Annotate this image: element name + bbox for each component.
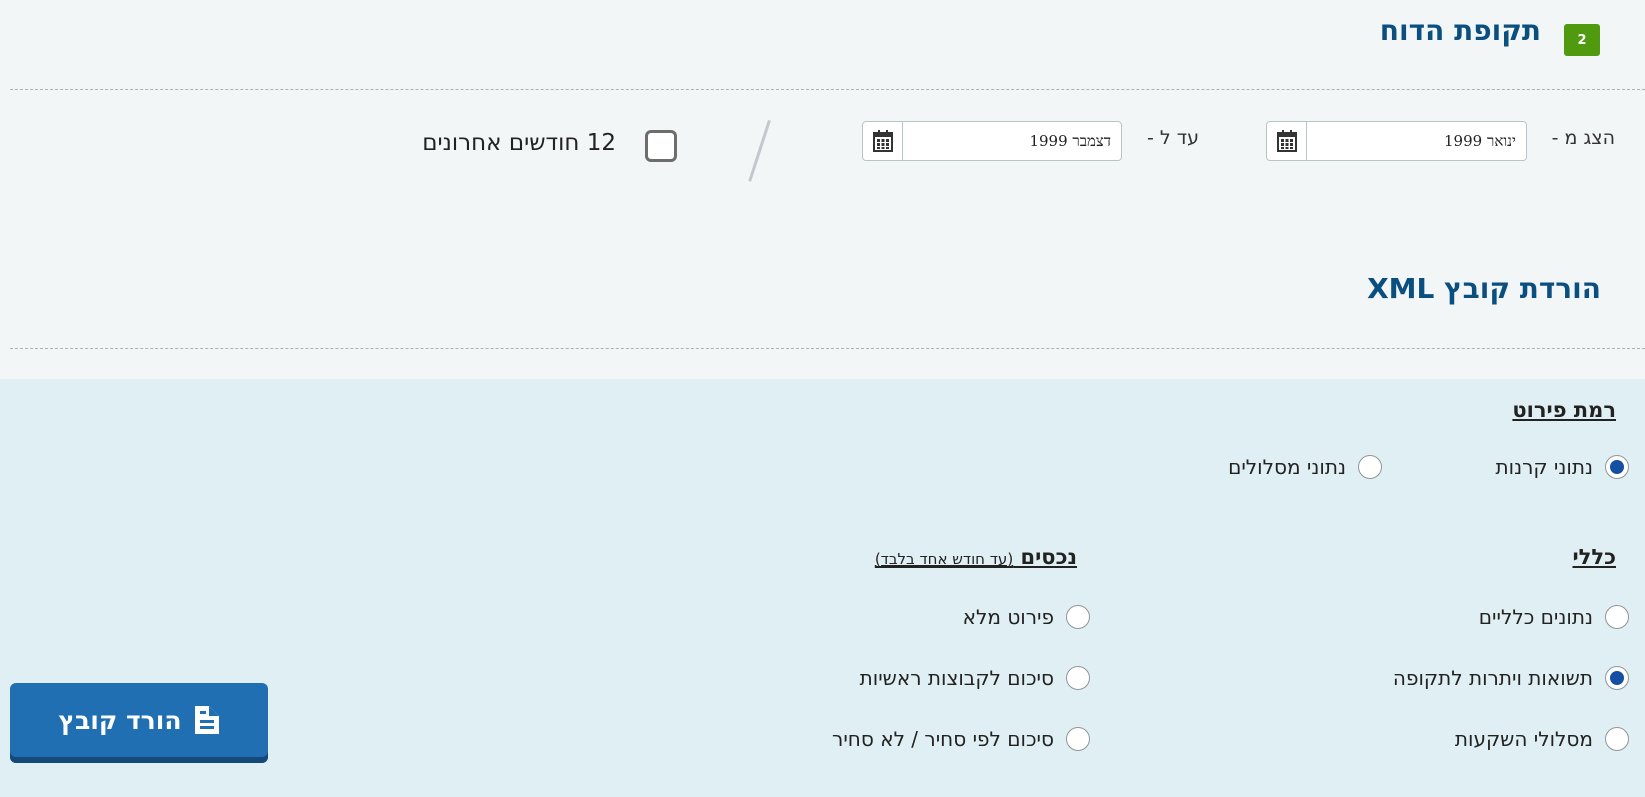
radio-returns-balances[interactable]: תשואות ויתרות לתקופה xyxy=(1393,666,1629,690)
calendar-icon[interactable] xyxy=(1267,122,1307,160)
radio-label: נתונים כלליים xyxy=(1478,605,1593,629)
file-download-icon xyxy=(194,705,220,735)
radio-button[interactable] xyxy=(1066,605,1090,629)
radio-label: נתוני מסלולים xyxy=(1228,455,1346,479)
download-button-label: הורד קובץ xyxy=(58,705,182,735)
radio-label: תשואות ויתרות לתקופה xyxy=(1392,666,1593,690)
radio-label: מסלולי השקעות xyxy=(1454,727,1593,751)
step-badge: 2 xyxy=(1564,24,1600,56)
assets-title: נכסים (עד חודש אחד בלבד) xyxy=(875,545,1077,569)
divider xyxy=(10,348,1645,349)
radio-button[interactable] xyxy=(1066,727,1090,751)
radio-button[interactable] xyxy=(1605,605,1629,629)
xml-download-title: הורדת קובץ XML xyxy=(1367,272,1601,305)
from-label: הצג מ - xyxy=(1551,127,1615,149)
last-12-months-label[interactable]: 12 חודשים אחרונים xyxy=(422,130,616,156)
assets-title-text: נכסים xyxy=(1020,545,1078,569)
radio-button[interactable] xyxy=(1358,455,1382,479)
last-12-months-checkbox[interactable] xyxy=(645,130,677,162)
calendar-icon[interactable] xyxy=(863,122,903,160)
separator xyxy=(748,120,771,182)
radio-general-data[interactable]: נתונים כלליים xyxy=(1479,605,1629,629)
radio-investment-tracks[interactable]: מסלולי השקעות xyxy=(1455,727,1629,751)
radio-full-detail[interactable]: פירוט מלא xyxy=(963,605,1090,629)
radio-label: סיכום לקבוצות ראשיות xyxy=(859,666,1054,690)
radio-label: סיכום לפי סחיר / לא סחיר xyxy=(832,727,1054,751)
radio-label: פירוט מלא xyxy=(962,605,1054,629)
from-date-picker[interactable]: ינואר 1999 xyxy=(1266,121,1527,161)
radio-button[interactable] xyxy=(1605,666,1629,690)
radio-button[interactable] xyxy=(1605,455,1629,479)
detail-level-title: רמת פירוט xyxy=(1512,398,1616,422)
general-title: כללי xyxy=(1572,545,1617,569)
radio-button[interactable] xyxy=(1605,727,1629,751)
to-label: עד ל - xyxy=(1147,127,1199,149)
report-period-title: תקופת הדוח xyxy=(1379,14,1541,47)
radio-button[interactable] xyxy=(1066,666,1090,690)
assets-subtitle: (עד חודש אחד בלבד) xyxy=(874,550,1014,568)
from-date-value[interactable]: ינואר 1999 xyxy=(1307,122,1526,160)
radio-label: נתוני קרנות xyxy=(1495,455,1593,479)
download-file-button[interactable]: הורד קובץ xyxy=(10,683,268,763)
radio-tracks-data[interactable]: נתוני מסלולים xyxy=(1228,455,1382,479)
to-date-value[interactable]: דצמבר 1999 xyxy=(903,122,1121,160)
divider xyxy=(10,89,1645,90)
radio-main-groups-summary[interactable]: סיכום לקבוצות ראשיות xyxy=(860,666,1090,690)
radio-tradable-summary[interactable]: סיכום לפי סחיר / לא סחיר xyxy=(832,727,1090,751)
radio-funds-data[interactable]: נתוני קרנות xyxy=(1495,455,1629,479)
to-date-picker[interactable]: דצמבר 1999 xyxy=(862,121,1122,161)
